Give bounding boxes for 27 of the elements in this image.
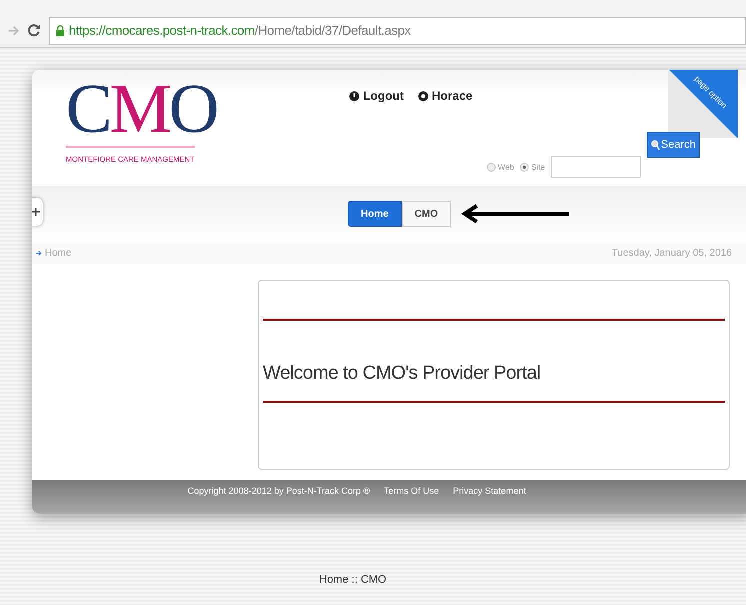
logout-link[interactable]: Logout — [349, 88, 404, 104]
user-icon — [418, 90, 429, 102]
user-link[interactable]: Horace — [418, 88, 473, 104]
reload-icon[interactable] — [28, 24, 41, 37]
nav-tab[interactable]: Home — [348, 201, 402, 227]
radio-button[interactable]: Web — [487, 163, 514, 178]
search-icon — [651, 140, 660, 150]
footer-link[interactable]: Terms Of Use — [384, 486, 440, 514]
expand-tab[interactable] — [32, 198, 43, 226]
url-text: https://cmocares.post-n-track.com/Home/tabid/37/Default.aspx — [69, 23, 411, 38]
breadcrumb-link[interactable]: Home — [45, 248, 72, 258]
arrow-icon — [36, 250, 42, 256]
address-bar[interactable]: https://cmocares.post-n-track.com/Home/tabid/37/Default.aspx — [49, 16, 746, 44]
power-icon — [349, 90, 360, 102]
plus-icon — [32, 208, 40, 216]
nav-tab[interactable]: CMO — [402, 201, 452, 227]
footer-link[interactable]: Privacy Statement — [453, 486, 526, 514]
logo-wordmark[interactable]: CMO — [66, 74, 220, 146]
date-text: Tuesday, January 05, 2016 — [612, 248, 732, 258]
bottom-breadcrumb: Home :: CMO — [318, 574, 388, 586]
copyright-text: Copyright 2008-2012 by Post-N-Track Corp ® — [188, 486, 370, 498]
search-field[interactable] — [551, 156, 642, 178]
arrow-icon — [461, 204, 572, 224]
search-button[interactable]: Search — [647, 132, 700, 158]
lock-icon — [56, 24, 65, 36]
radio-button[interactable]: Site — [520, 163, 546, 178]
welcome-heading: Welcome to CMO's Provider Portal — [263, 362, 542, 386]
